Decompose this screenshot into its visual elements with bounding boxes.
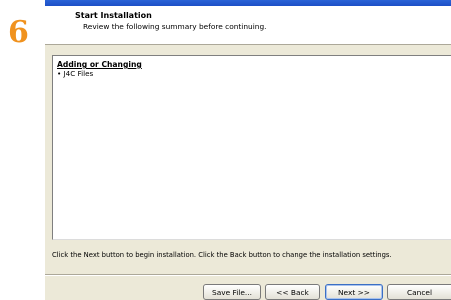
page-title: Start Installation bbox=[75, 11, 152, 20]
summary-item: • J4C Files bbox=[57, 69, 94, 78]
summary-textbox[interactable]: Adding or Changing • J4C Files bbox=[52, 55, 451, 240]
save-file-button[interactable]: Save File... bbox=[203, 284, 261, 300]
next-button[interactable]: Next >> bbox=[325, 284, 383, 300]
footer-separator bbox=[45, 274, 451, 276]
page-subtitle: Review the following summary before cont… bbox=[83, 22, 267, 31]
dialog-header: Start Installation Review the following … bbox=[45, 6, 451, 45]
step-number: 6 bbox=[8, 15, 29, 50]
back-button[interactable]: << Back bbox=[265, 284, 320, 300]
summary-heading: Adding or Changing bbox=[57, 60, 142, 69]
installer-dialog: Start Installation Review the following … bbox=[45, 0, 451, 300]
cancel-button[interactable]: Cancel bbox=[387, 284, 451, 300]
instructions-text: Click the Next button to begin installat… bbox=[52, 251, 392, 259]
